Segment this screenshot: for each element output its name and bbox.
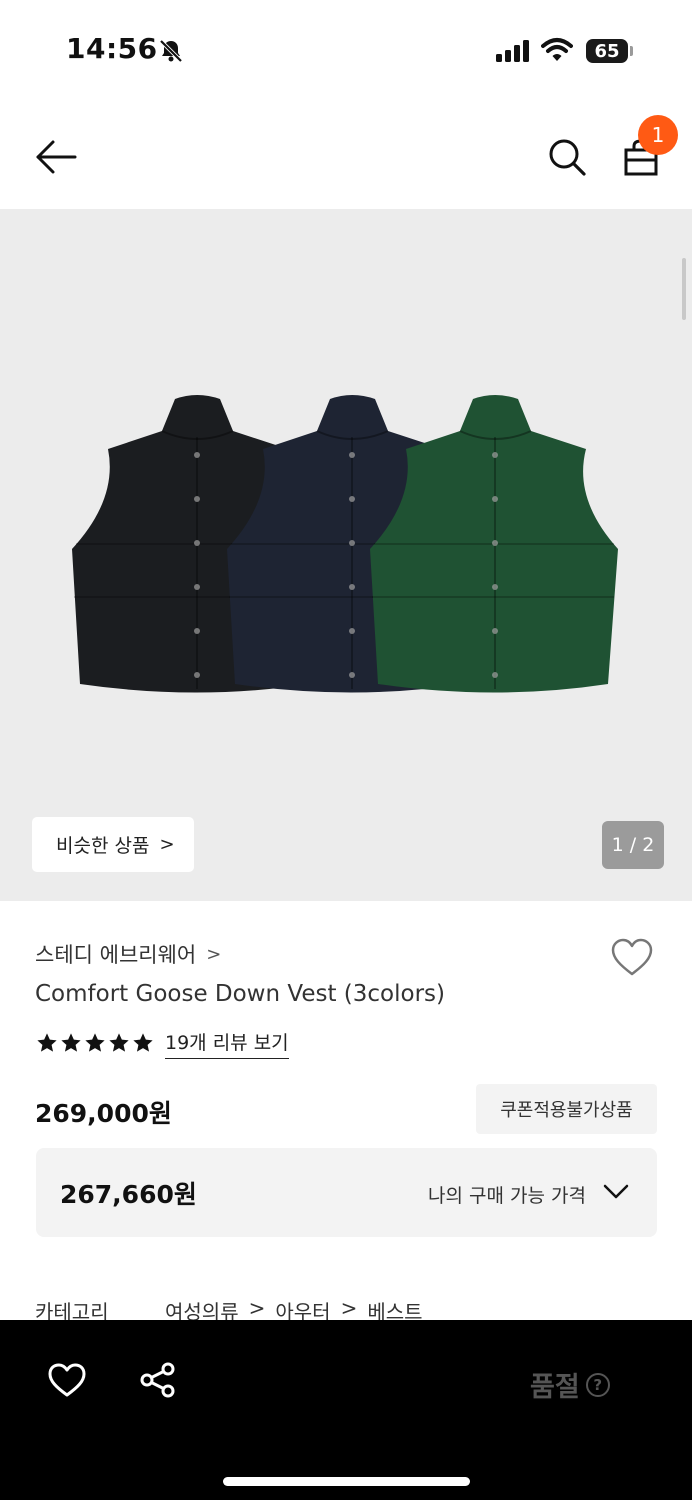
search-icon[interactable] <box>546 136 588 178</box>
cellular-signal-icon <box>496 40 529 62</box>
coupon-note-badge: 쿠폰적용불가상품 <box>476 1084 657 1134</box>
wifi-icon <box>541 38 573 61</box>
brand-link[interactable]: 스테디 에브리웨어 > <box>35 939 221 969</box>
my-price-amount: 267,660원 <box>60 1180 197 1209</box>
back-arrow-icon[interactable] <box>34 138 78 176</box>
bottom-action-bar <box>0 1320 692 1500</box>
image-page-indicator: 1 / 2 <box>602 821 664 869</box>
chevron-right-icon: > <box>206 943 222 965</box>
reviews-link[interactable]: 19개 리뷰 보기 <box>165 1028 289 1059</box>
brand-name: 스테디 에브리웨어 <box>35 943 197 967</box>
similar-products-label: 비슷한 상품 <box>56 835 150 857</box>
wishlist-heart-icon[interactable] <box>610 937 654 977</box>
status-time: 14:56 <box>66 32 158 65</box>
product-title: Comfort Goose Down Vest (3colors) <box>35 981 445 1007</box>
cart-count-badge: 1 <box>638 115 678 155</box>
chevron-down-icon <box>603 1184 629 1199</box>
my-price-label: 나의 구매 가능 가격 <box>428 1185 586 1207</box>
star-icon <box>37 1033 57 1052</box>
star-icon <box>85 1033 105 1052</box>
sold-out-status: 품절 ? <box>530 1365 610 1404</box>
sold-out-label: 품절 <box>530 1372 580 1403</box>
battery-level: 65 <box>586 39 628 63</box>
share-icon[interactable] <box>139 1361 177 1399</box>
scrollbar-thumb[interactable] <box>682 258 686 320</box>
home-indicator[interactable] <box>223 1477 470 1486</box>
silent-bell-icon <box>159 39 183 63</box>
star-icon <box>61 1033 81 1052</box>
product-image <box>72 395 618 693</box>
star-icon <box>133 1033 153 1052</box>
product-price: 269,000원 <box>35 1099 172 1128</box>
battery-tip <box>630 46 633 56</box>
help-icon[interactable]: ? <box>585 1372 610 1397</box>
product-image-gallery[interactable] <box>0 209 692 901</box>
similar-products-button[interactable]: 비슷한 상품 > <box>32 817 194 872</box>
wishlist-heart-icon[interactable] <box>47 1362 87 1398</box>
rating-stars <box>36 1032 154 1054</box>
my-purchase-price-panel[interactable]: 267,660원 나의 구매 가능 가격 <box>36 1148 657 1237</box>
star-icon <box>109 1033 129 1052</box>
chevron-right-icon: > <box>159 834 175 855</box>
